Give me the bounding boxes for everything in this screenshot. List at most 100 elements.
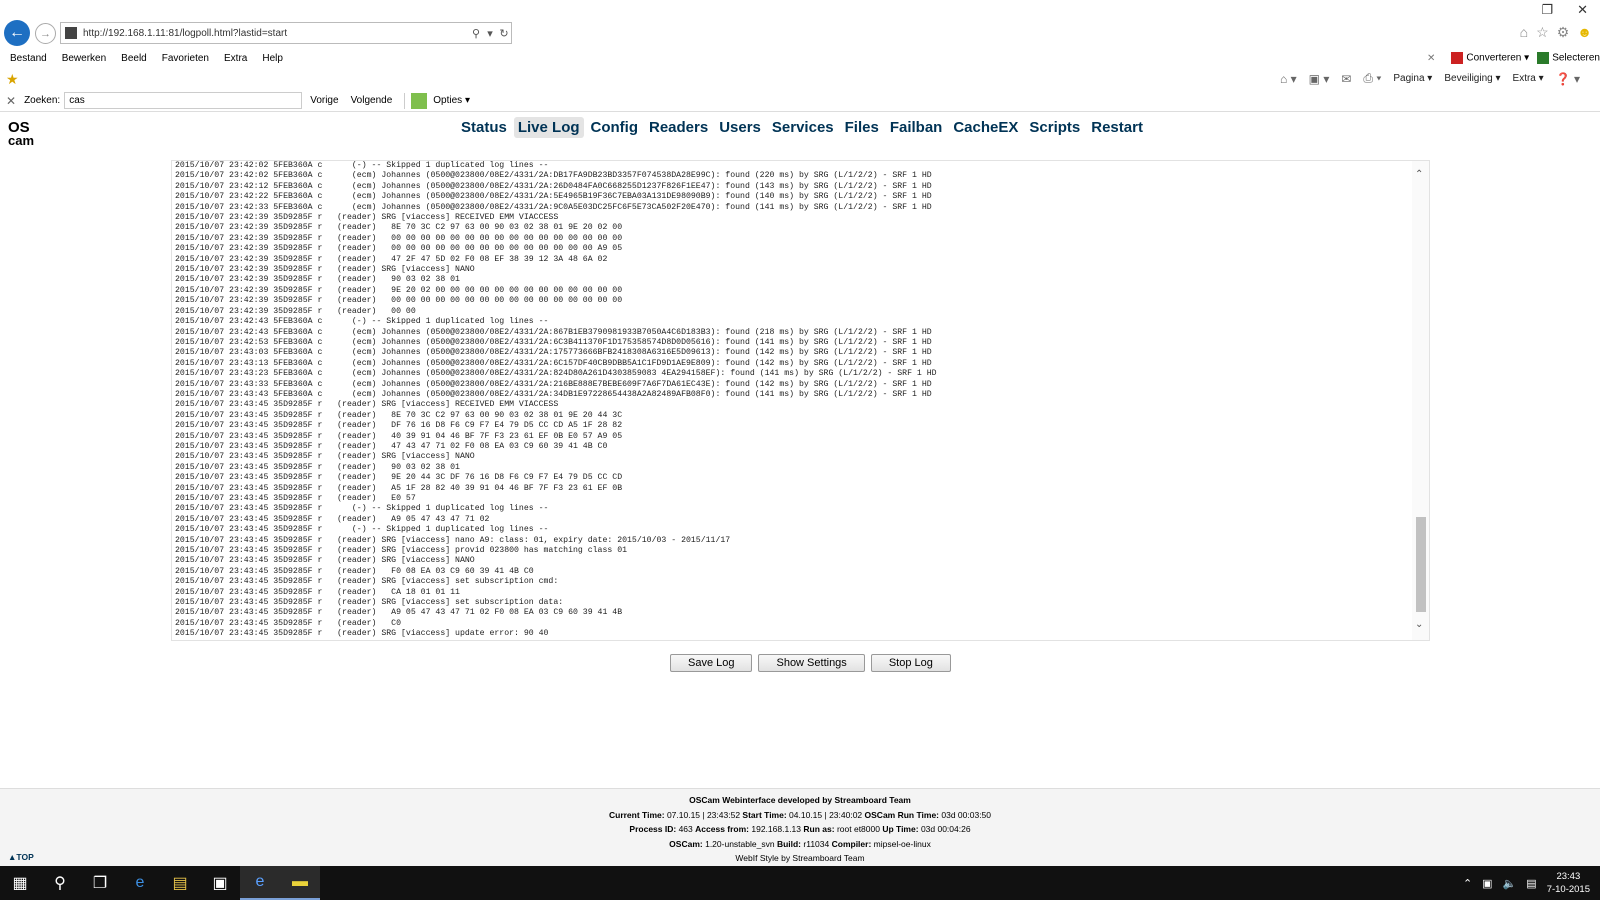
app-icon[interactable]: ▬: [280, 866, 320, 900]
network-icon[interactable]: ▣: [1482, 877, 1492, 890]
live-log-panel[interactable]: 2015/10/07 23:42:02 5FEB360A c (-) -- Sk…: [171, 160, 1430, 641]
menu-bestand[interactable]: Bestand: [10, 53, 47, 64]
print-icon[interactable]: ⎙ ▾: [1363, 71, 1381, 86]
log-scrollbar[interactable]: ⌃ ⌄: [1412, 161, 1429, 640]
log-line: 2015/10/07 23:43:45 35D9285F r (reader) …: [175, 608, 623, 618]
file-explorer-icon[interactable]: ▤: [160, 866, 200, 900]
log-line: 2015/10/07 23:43:45 35D9285F r (reader) …: [175, 618, 402, 628]
run-as-label: Run as:: [803, 824, 835, 835]
browser-menubar: Bestand Bewerken Beeld Favorieten Extra …: [0, 48, 1600, 68]
pagina-menu[interactable]: Pagina ▾: [1393, 73, 1432, 84]
log-line: 2015/10/07 23:43:45 35D9285F r (reader) …: [175, 483, 623, 493]
find-input[interactable]: cas: [64, 92, 303, 109]
oscam-label: OSCam:: [669, 838, 703, 849]
menu-readers[interactable]: Readers: [645, 117, 712, 138]
stop-log-button[interactable]: Stop Log: [870, 654, 951, 672]
menu-favorieten[interactable]: Favorieten: [162, 53, 209, 64]
process-id-label: Process ID:: [629, 824, 677, 835]
chevron-down-icon[interactable]: ▾: [483, 27, 497, 40]
menu-users[interactable]: Users: [715, 117, 765, 138]
volume-icon[interactable]: 🔈: [1503, 877, 1517, 890]
menu-scripts[interactable]: Scripts: [1025, 117, 1084, 138]
log-line: 2015/10/07 23:43:33 5FEB360A c (ecm) Joh…: [175, 379, 932, 389]
windows-taskbar: ▦ ⚲ ❐ e ▤ ▣ e ▬ ⌃ ▣ 🔈 ▤ 23:43 7-10-2015: [0, 866, 1600, 900]
menu-cacheex[interactable]: CacheEX: [949, 117, 1022, 138]
address-bar[interactable]: http://192.168.1.11:81/logpoll.html?last…: [60, 22, 512, 44]
selecteren-label: Selecteren: [1552, 52, 1600, 64]
extra-menu[interactable]: Extra ▾: [1513, 73, 1544, 84]
search-icon[interactable]: ⚲: [469, 27, 483, 40]
log-line: 2015/10/07 23:43:45 35D9285F r (reader) …: [175, 473, 623, 483]
log-line: 2015/10/07 23:43:45 35D9285F r (reader) …: [175, 421, 623, 431]
refresh-icon[interactable]: ↻: [497, 27, 511, 40]
notifications-icon[interactable]: ▤: [1526, 877, 1536, 890]
oscam-logo[interactable]: OS cam: [8, 120, 40, 151]
scroll-up-icon[interactable]: ⌃: [1415, 169, 1423, 180]
close-find-icon[interactable]: ✕: [6, 94, 16, 108]
favorites-star-icon[interactable]: ☆: [1536, 24, 1549, 41]
footer-developer: OSCam Webinterface developed by Streambo…: [689, 795, 911, 805]
smiley-icon[interactable]: ☻: [1577, 24, 1592, 41]
log-lines: 2015/10/07 23:42:02 5FEB360A c (-) -- Sk…: [175, 161, 937, 640]
help-icon[interactable]: ❓ ▾: [1556, 72, 1580, 86]
menu-live-log[interactable]: Live Log: [513, 117, 584, 138]
oscam-version: 1.20-unstable_svn: [705, 838, 775, 849]
log-line: 2015/10/07 23:42:39 35D9285F r (reader) …: [175, 275, 460, 285]
menu-help[interactable]: Help: [262, 53, 283, 64]
store-icon[interactable]: ▣: [200, 866, 240, 900]
menu-status[interactable]: Status: [457, 117, 511, 138]
menu-extra[interactable]: Extra: [224, 53, 247, 64]
edge-icon[interactable]: e: [120, 866, 160, 900]
log-line: 2015/10/07 23:43:45 35D9285F r (reader) …: [175, 400, 559, 410]
to-top-link[interactable]: ▲TOP: [8, 852, 34, 862]
back-arrow-icon[interactable]: ←: [4, 20, 30, 46]
scroll-down-icon[interactable]: ⌄: [1415, 619, 1423, 630]
menu-restart[interactable]: Restart: [1087, 117, 1147, 138]
log-line: 2015/10/07 23:43:45 35D9285F r (reader) …: [175, 587, 460, 597]
log-line: 2015/10/07 23:42:02 5FEB360A c (ecm) Joh…: [175, 171, 932, 181]
save-log-button[interactable]: Save Log: [670, 654, 753, 672]
menu-config[interactable]: Config: [587, 117, 642, 138]
browser-toolbar-icons: ⌂ ☆ ⚙ ☻: [1520, 24, 1592, 41]
close-icon[interactable]: ✕: [1427, 53, 1435, 64]
highlight-icon[interactable]: [411, 92, 428, 109]
home-icon[interactable]: ⌂: [1520, 24, 1528, 41]
start-windows-icon[interactable]: ▦: [0, 866, 40, 900]
find-options-button[interactable]: Opties ▾: [433, 95, 470, 106]
compiler: mipsel-oe-linux: [873, 838, 931, 849]
mail-icon[interactable]: ✉: [1341, 72, 1351, 86]
converteren-button[interactable]: Converteren ▾: [1451, 52, 1529, 64]
find-next-button[interactable]: Volgende: [351, 95, 393, 106]
menu-failban[interactable]: Failban: [886, 117, 947, 138]
show-settings-button[interactable]: Show Settings: [758, 654, 865, 672]
log-line: 2015/10/07 23:42:39 35D9285F r (reader) …: [175, 306, 416, 316]
gear-icon[interactable]: ⚙: [1557, 24, 1570, 41]
pagina-label: Pagina: [1393, 73, 1425, 84]
close-icon[interactable]: ✕: [1577, 2, 1588, 18]
log-line: 2015/10/07 23:43:45 35D9285F r (reader) …: [175, 410, 623, 420]
task-view-icon[interactable]: ❐: [80, 866, 120, 900]
add-favorite-icon[interactable]: ★: [6, 71, 19, 88]
menu-bewerken[interactable]: Bewerken: [62, 53, 106, 64]
access-from: 192.168.1.13: [751, 824, 802, 835]
search-icon[interactable]: ⚲: [40, 866, 80, 900]
forward-arrow-icon[interactable]: →: [35, 23, 56, 44]
menu-files[interactable]: Files: [841, 117, 883, 138]
find-previous-button[interactable]: Vorige: [310, 95, 338, 106]
selecteren-button[interactable]: Selecteren: [1537, 52, 1600, 64]
beveiliging-menu[interactable]: Beveiliging ▾: [1444, 73, 1500, 84]
clock[interactable]: 23:43 7-10-2015: [1547, 870, 1590, 896]
log-line: 2015/10/07 23:42:22 5FEB360A c (ecm) Joh…: [175, 192, 932, 202]
feeds-icon[interactable]: ▣ ▾: [1309, 72, 1330, 86]
menu-beeld[interactable]: Beeld: [121, 53, 147, 64]
log-line: 2015/10/07 23:43:45 35D9285F r (reader) …: [175, 494, 416, 503]
restore-icon[interactable]: ❐: [1541, 2, 1553, 18]
log-line: 2015/10/07 23:43:45 35D9285F r (reader) …: [175, 441, 608, 451]
menu-services[interactable]: Services: [768, 117, 838, 138]
chevron-up-icon[interactable]: ⌃: [1463, 877, 1472, 890]
internet-explorer-icon[interactable]: e: [240, 866, 280, 900]
home-icon[interactable]: ⌂ ▾: [1280, 72, 1297, 86]
current-time: 07.10.15 | 23:43:52: [666, 809, 741, 820]
scroll-thumb[interactable]: [1416, 517, 1426, 612]
oscam-footer: OSCam Webinterface developed by Streambo…: [0, 788, 1600, 866]
